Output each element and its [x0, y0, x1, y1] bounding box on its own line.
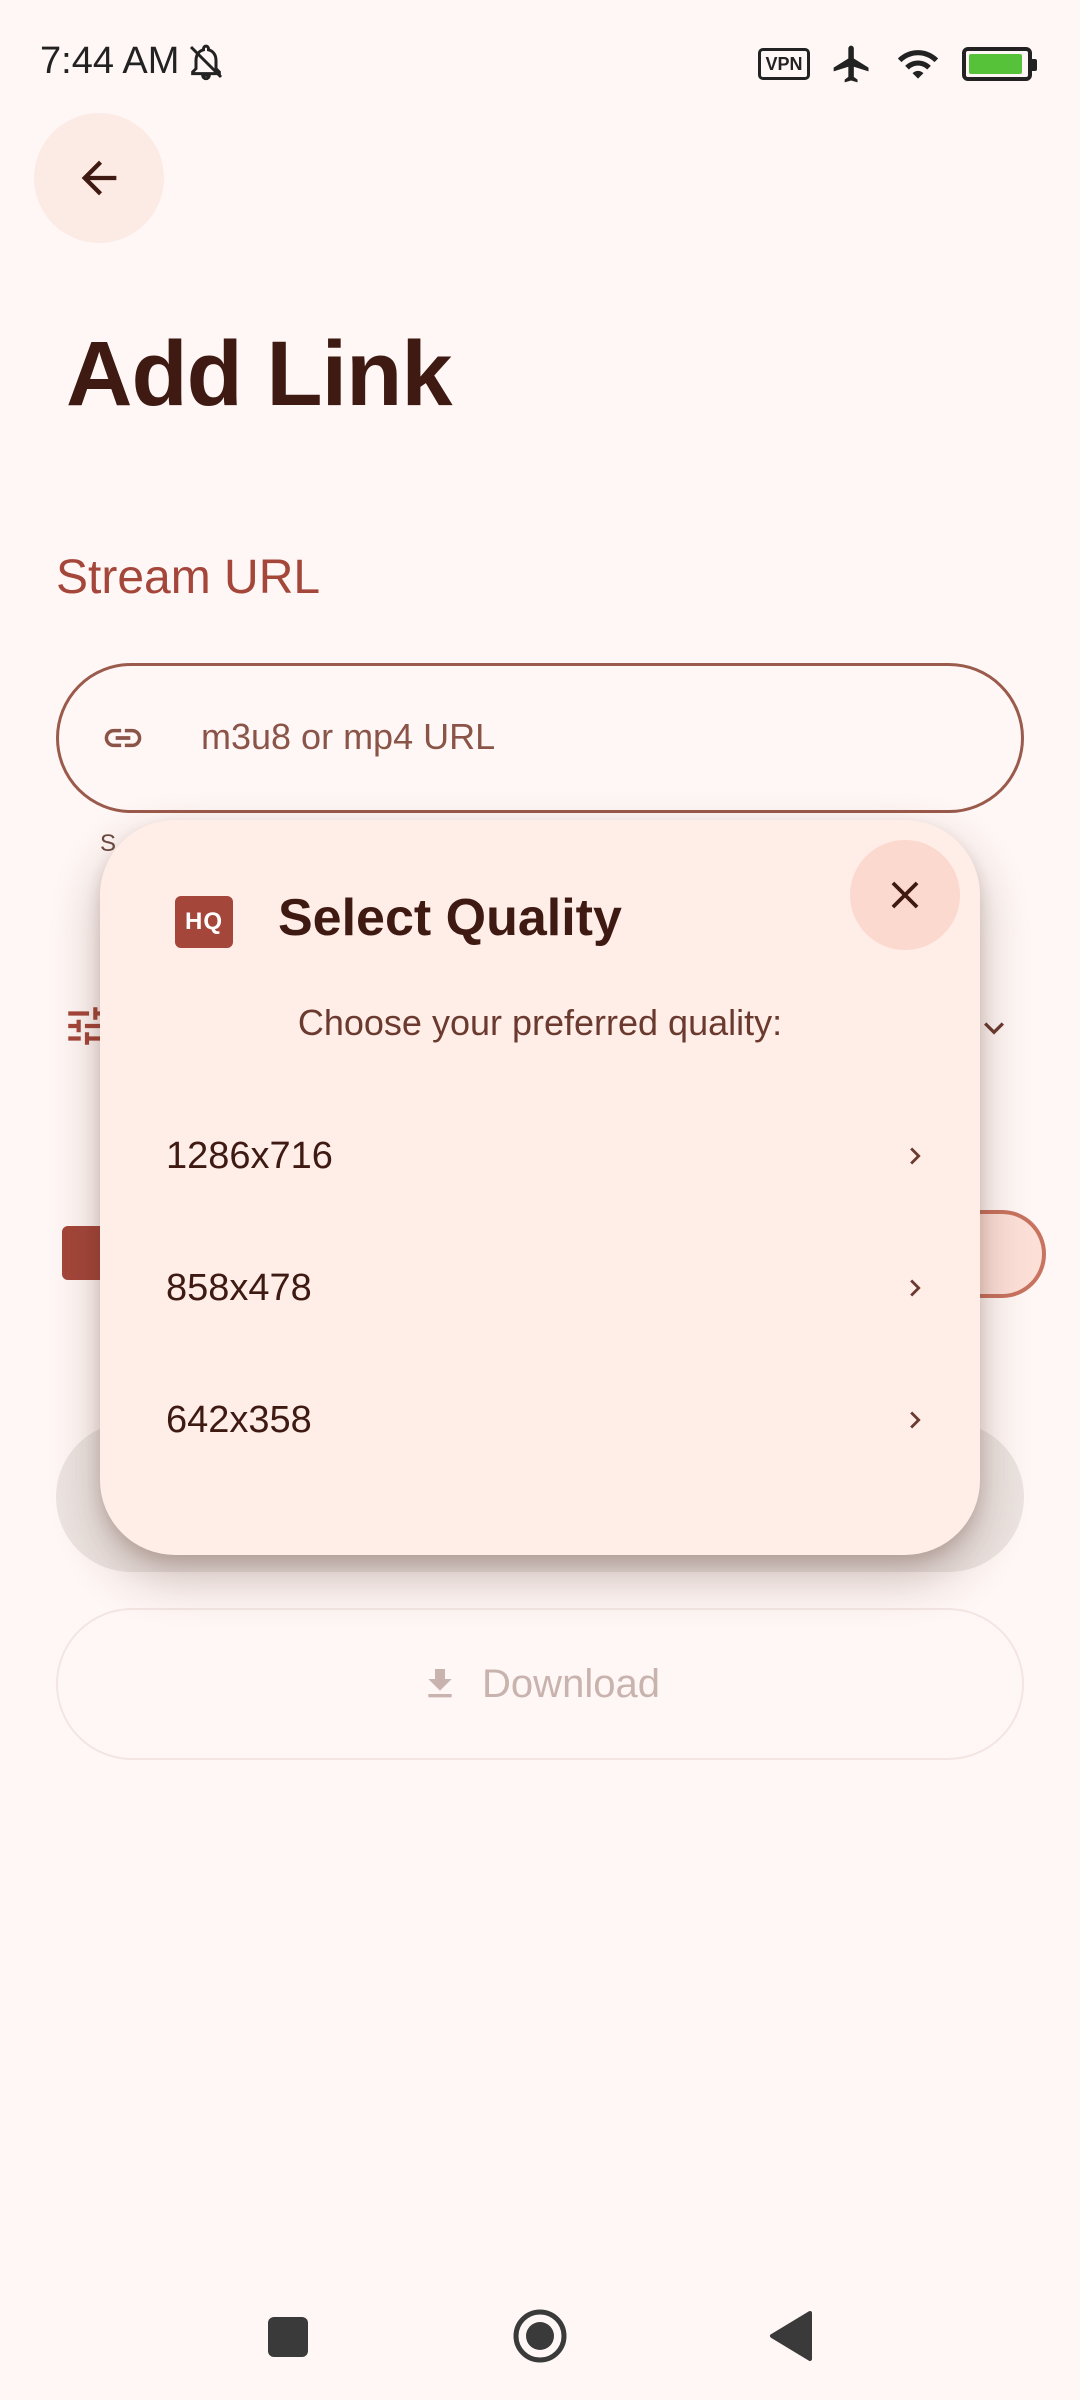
status-bar: 7:44 AM VPN: [0, 0, 1080, 130]
page-title: Add Link: [66, 323, 453, 425]
close-button[interactable]: [850, 840, 960, 950]
recents-button[interactable]: [268, 2317, 308, 2357]
quality-option-642x358[interactable]: 642x358: [100, 1354, 980, 1486]
link-icon: [104, 728, 142, 748]
download-button[interactable]: Download: [56, 1608, 1024, 1760]
dialog-title: Select Quality: [278, 889, 622, 947]
close-icon: [891, 881, 919, 909]
hq-icon: HQ: [175, 896, 233, 948]
wifi-icon: [897, 50, 939, 79]
dialog-subtitle: Choose your preferred quality:: [297, 1002, 783, 1043]
arrow-left-icon: [81, 160, 117, 196]
chevron-right-icon: [910, 1279, 921, 1297]
url-placeholder: m3u8 or mp4 URL: [201, 716, 496, 757]
chevron-right-icon: [910, 1147, 921, 1165]
chevron-down-icon: [984, 1022, 1004, 1035]
stream-url-input[interactable]: m3u8 or mp4 URL: [56, 663, 1024, 813]
select-quality-dialog: HQ Select Quality Choose your preferred …: [100, 820, 980, 1555]
home-button[interactable]: [512, 2308, 568, 2364]
quality-list: 1286x716 858x478 642x358: [100, 1090, 980, 1486]
airplane-icon: [833, 45, 869, 83]
quality-label: 858x478: [166, 1266, 312, 1309]
quality-label: 642x358: [166, 1398, 312, 1441]
quality-label: 1286x716: [166, 1134, 333, 1177]
bell-off-icon: [189, 44, 223, 81]
download-icon: [428, 1669, 452, 1698]
vpn-icon: VPN: [758, 48, 810, 80]
stream-url-label: Stream URL: [56, 551, 321, 604]
battery-charging-icon: [962, 47, 1037, 81]
nav-back-button[interactable]: [766, 2309, 814, 2363]
status-time: 7:44 AM: [40, 40, 180, 82]
chevron-right-icon: [910, 1411, 921, 1429]
status-icons: VPN: [758, 42, 1037, 86]
quality-option-858x478[interactable]: 858x478: [100, 1222, 980, 1354]
back-button[interactable]: [34, 113, 164, 243]
download-label: Download: [482, 1661, 660, 1706]
quality-option-1286x716[interactable]: 1286x716: [100, 1090, 980, 1222]
